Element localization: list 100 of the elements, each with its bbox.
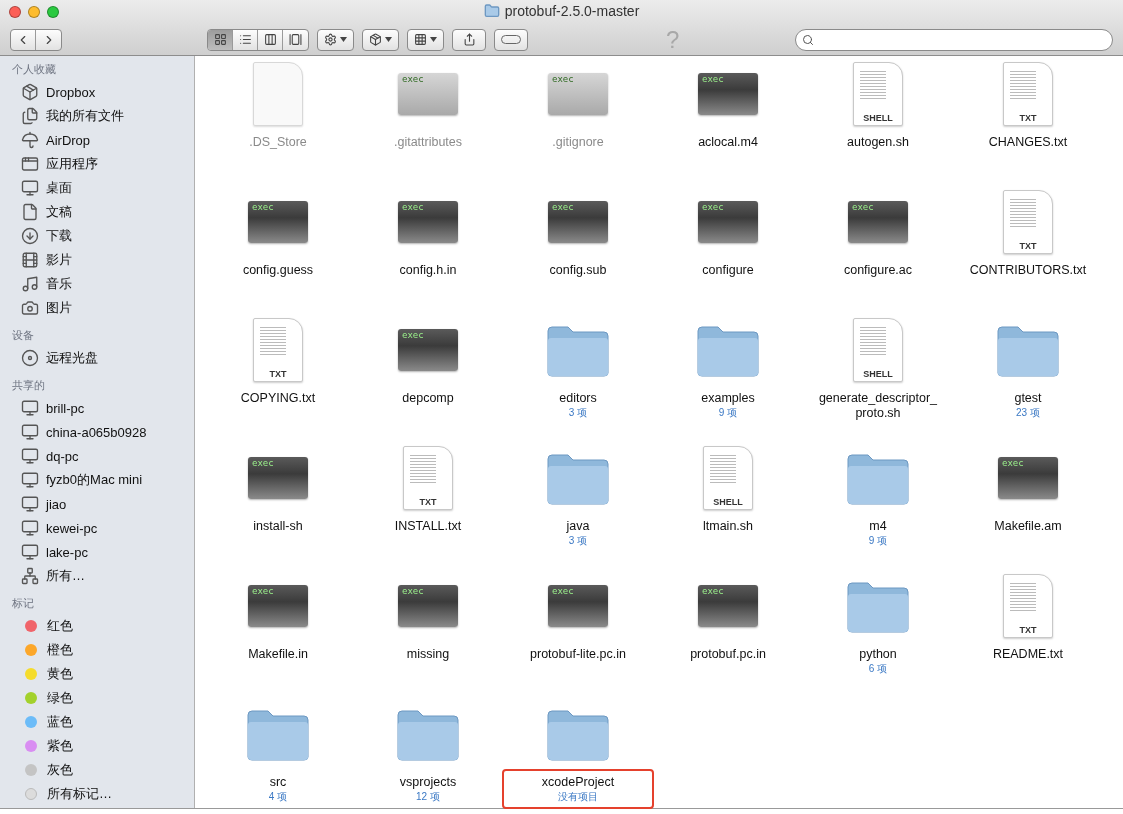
share-button[interactable] (452, 28, 486, 51)
file-item[interactable]: .DS_Store (203, 61, 353, 189)
search-icon (802, 33, 814, 46)
arrange-button[interactable] (407, 28, 444, 51)
file-name: src (268, 775, 288, 790)
file-item[interactable]: exec install-sh (203, 445, 353, 573)
file-name: Makefile.am (993, 519, 1063, 534)
file-item[interactable]: TXT INSTALL.txt (353, 445, 503, 573)
network-icon (21, 567, 39, 585)
box-menu-button[interactable] (362, 28, 399, 51)
file-item[interactable]: exec configure.ac (803, 189, 953, 317)
file-item[interactable]: exec protobuf-lite.pc.in (503, 573, 653, 701)
search-field[interactable] (795, 28, 1113, 51)
close-button[interactable] (9, 6, 21, 18)
tag-button[interactable] (494, 28, 528, 51)
action-button[interactable] (317, 28, 354, 51)
file-item[interactable]: exec aclocal.m4 (653, 61, 803, 189)
minimize-button[interactable] (28, 6, 40, 18)
item-count: 4 项 (268, 790, 288, 804)
sidebar-item[interactable]: 灰色 (0, 758, 194, 782)
sidebar-item[interactable]: 影片 (0, 248, 194, 272)
sidebar-item-label: 红色 (47, 617, 73, 635)
navigation-control[interactable] (10, 28, 62, 51)
terminal-icon: exec (248, 457, 308, 499)
sidebar-item[interactable]: dq-pc (0, 444, 194, 468)
window-title: protobuf-2.5.0-master (504, 3, 640, 19)
sidebar-item-label: 影片 (46, 251, 72, 269)
file-item[interactable]: m4 9 项 (803, 445, 953, 573)
file-item[interactable]: exec configure (653, 189, 803, 317)
sidebar-item[interactable]: 下载 (0, 224, 194, 248)
file-item[interactable]: SHELL generate_descriptor_proto.sh (803, 317, 953, 445)
file-item[interactable]: java 3 项 (503, 445, 653, 573)
sidebar-item-label: 图片 (46, 299, 72, 317)
folder-icon (246, 707, 310, 761)
sidebar-item[interactable]: kewei-pc (0, 516, 194, 540)
file-name: configure (701, 263, 755, 278)
sidebar-item[interactable]: 蓝色 (0, 710, 194, 734)
sidebar-item[interactable]: 绿色 (0, 686, 194, 710)
file-item[interactable]: exec missing (353, 573, 503, 701)
files-icon (21, 107, 39, 125)
sidebar-item-label: 黄色 (47, 665, 73, 683)
sidebar-item[interactable]: 所有… (0, 564, 194, 588)
file-item[interactable]: exec .gitattributes (353, 61, 503, 189)
terminal-icon: exec (398, 585, 458, 627)
file-item[interactable]: python 6 项 (803, 573, 953, 701)
file-item[interactable]: SHELL ltmain.sh (653, 445, 803, 573)
file-item[interactable]: exec config.h.in (353, 189, 503, 317)
sidebar-item[interactable]: 远程光盘 (0, 346, 194, 370)
file-item[interactable]: exec Makefile.in (203, 573, 353, 701)
file-name: missing (405, 647, 451, 662)
file-item[interactable]: xcodeProject 没有项目 (503, 701, 653, 809)
file-item[interactable]: TXT CONTRIBUTORS.txt (953, 189, 1103, 317)
sidebar-item[interactable]: china-a065b0928 (0, 420, 194, 444)
file-item[interactable]: TXT CHANGES.txt (953, 61, 1103, 189)
terminal-icon: exec (248, 585, 308, 627)
sidebar-item[interactable]: 图片 (0, 296, 194, 320)
zoom-button[interactable] (47, 6, 59, 18)
sidebar-item[interactable]: 橙色 (0, 638, 194, 662)
sidebar-item[interactable]: brill-pc (0, 396, 194, 420)
icon-view-button[interactable] (208, 29, 233, 50)
sidebar-item-label: AirDrop (46, 132, 91, 148)
file-item[interactable]: exec config.guess (203, 189, 353, 317)
sidebar-item[interactable]: 红色 (0, 614, 194, 638)
file-item[interactable]: TXT COPYING.txt (203, 317, 353, 445)
file-item[interactable]: vsprojects 12 项 (353, 701, 503, 809)
file-item[interactable]: gtest 23 项 (953, 317, 1103, 445)
file-item[interactable]: exec protobuf.pc.in (653, 573, 803, 701)
sidebar-item[interactable]: 应用程序 (0, 152, 194, 176)
sidebar-item[interactable]: 我的所有文件 (0, 104, 194, 128)
sidebar-item[interactable]: Dropbox (0, 80, 194, 104)
gear-icon (324, 33, 337, 46)
file-name: config.guess (241, 263, 315, 278)
file-item[interactable]: exec depcomp (353, 317, 503, 445)
file-item[interactable]: examples 9 项 (653, 317, 803, 445)
sidebar-item[interactable]: 所有标记… (0, 782, 194, 806)
sidebar-item[interactable]: 文稿 (0, 200, 194, 224)
file-item[interactable]: TXT README.txt (953, 573, 1103, 701)
sidebar-item[interactable]: 音乐 (0, 272, 194, 296)
file-name: aclocal.m4 (697, 135, 759, 150)
sidebar-item[interactable]: 桌面 (0, 176, 194, 200)
sidebar-item[interactable]: lake-pc (0, 540, 194, 564)
file-item[interactable]: exec Makefile.am (953, 445, 1103, 573)
folder-icon (483, 3, 500, 19)
file-item[interactable]: SHELL autogen.sh (803, 61, 953, 189)
monitor-icon (21, 519, 39, 537)
file-item[interactable]: exec config.sub (503, 189, 653, 317)
file-item[interactable]: exec .gitignore (503, 61, 653, 189)
file-item[interactable]: editors 3 项 (503, 317, 653, 445)
view-mode-control[interactable] (207, 28, 309, 51)
item-count: 没有项目 (558, 790, 598, 804)
sidebar-item[interactable]: AirDrop (0, 128, 194, 152)
sidebar-item[interactable]: 黄色 (0, 662, 194, 686)
terminal-icon: exec (548, 585, 608, 627)
sidebar-item[interactable]: 紫色 (0, 734, 194, 758)
music-note-icon (21, 275, 39, 293)
sidebar-item[interactable]: fyzb0的Mac mini (0, 468, 194, 492)
view-mode-icon (263, 33, 277, 46)
sidebar-item[interactable]: jiao (0, 492, 194, 516)
document-icon: SHELL (853, 318, 903, 382)
file-item[interactable]: src 4 项 (203, 701, 353, 809)
